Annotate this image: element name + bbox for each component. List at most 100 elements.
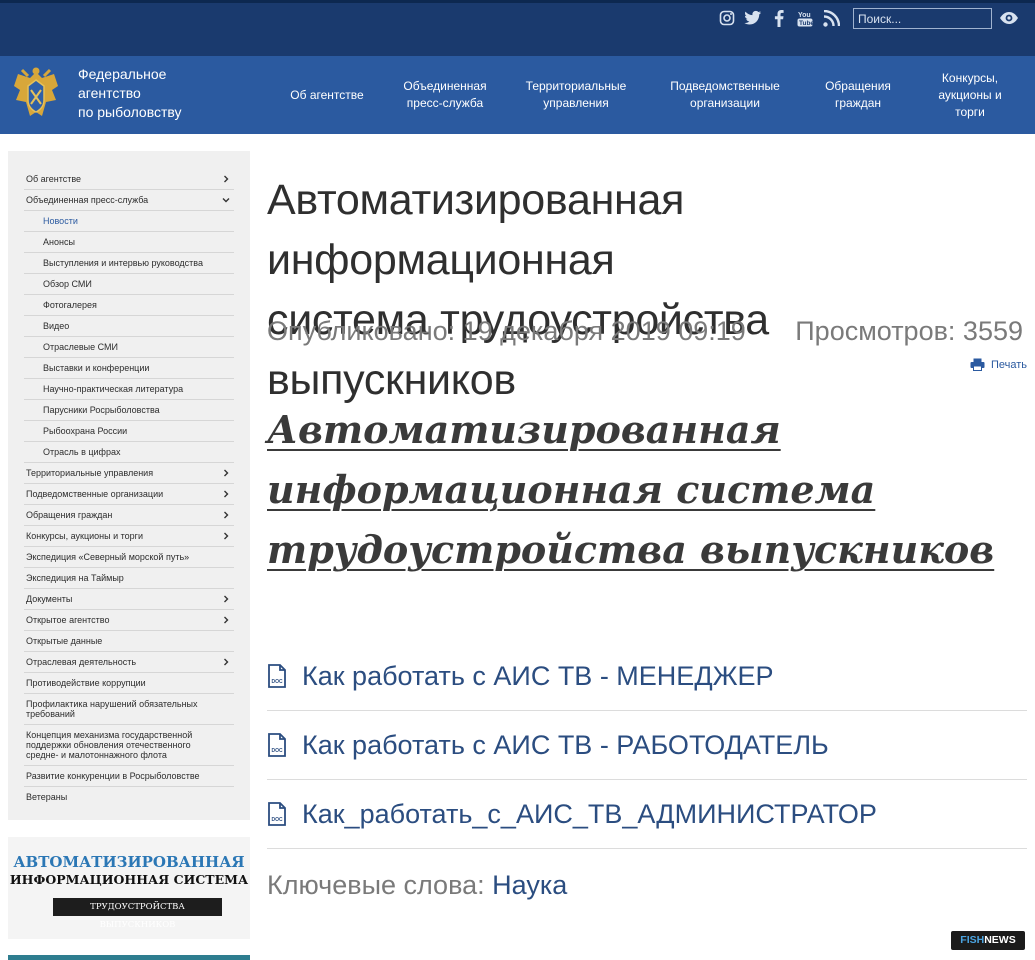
nav-item-tenders[interactable]: Конкурсы, аукционы и торги (914, 70, 1026, 121)
youtube-icon[interactable]: You Tube (796, 9, 814, 27)
agency-name-line3: по рыболовству (78, 104, 182, 120)
nav-item-territorial[interactable]: Территориальные управления (504, 78, 648, 112)
sidebar-item[interactable]: Анонсы (24, 232, 234, 253)
nav-item-appeals[interactable]: Обращения граждан (802, 78, 914, 112)
sidebar-item[interactable]: Открытое агентство (24, 610, 234, 631)
keywords-label: Ключевые слова: (267, 870, 485, 900)
instagram-icon[interactable] (718, 9, 736, 27)
banner-image-strip[interactable] (8, 955, 250, 960)
sidebar-item[interactable]: Обзор СМИ (24, 274, 234, 295)
sidebar-item[interactable]: Развитие конкуренции в Росрыболовстве (24, 766, 234, 787)
agency-name[interactable]: Федеральное агентство по рыболовству (78, 65, 258, 122)
sidebar-item[interactable]: Профилактика нарушений обязательных треб… (24, 694, 234, 725)
nav-label-line1: Территориальные (525, 79, 627, 93)
chevron-down-icon[interactable] (222, 196, 230, 204)
chevron-right-icon[interactable] (222, 658, 230, 666)
chevron-right-icon[interactable] (222, 469, 230, 477)
nav-item-subordinate[interactable]: Подведомственные организации (648, 78, 802, 112)
sidebar-item[interactable]: Отрасль в цифрах (24, 442, 234, 463)
nav-label-line3: торги (955, 104, 985, 119)
chevron-right-icon[interactable] (222, 595, 230, 603)
doc-file-icon: DOC (268, 802, 286, 826)
doc-file-icon: DOC (268, 733, 286, 757)
sidebar-item[interactable]: Научно-практическая литература (24, 379, 234, 400)
chevron-right-icon[interactable] (222, 511, 230, 519)
rss-icon[interactable] (822, 9, 840, 27)
sidebar-item[interactable]: Выставки и конференции (24, 358, 234, 379)
eye-icon[interactable] (999, 10, 1019, 26)
fishnews-watermark: FISHNEWS (951, 931, 1025, 950)
agency-name-line1: Федеральное (78, 66, 167, 82)
sidebar-item[interactable]: Отраслевые СМИ (24, 337, 234, 358)
sidebar-item-label: Противодействие коррупции (26, 678, 146, 688)
search-input[interactable] (853, 8, 992, 29)
sidebar-item-label: Концепция механизма государственной подд… (26, 730, 193, 760)
article-meta: Опубликовано: 19 декабря 2019 09:19 Прос… (267, 316, 1027, 347)
sidebar-item-label: Отраслевая деятельность (26, 657, 137, 667)
nav-label-line2: организации (690, 96, 760, 110)
article: Автоматизированная информационная систем… (267, 170, 1027, 900)
keyword-link[interactable]: Наука (492, 870, 567, 900)
primary-nav: Об агентстве Объединенная пресс-служба Т… (268, 56, 1026, 134)
sidebar-item[interactable]: Парусники Росрыболовства (24, 400, 234, 421)
agency-name-line2: агентство (78, 85, 141, 101)
svg-text:DOC: DOC (272, 748, 284, 754)
watermark-part2: NEWS (984, 934, 1016, 946)
nav-item-about[interactable]: Об агентстве (268, 87, 386, 104)
chevron-right-icon[interactable] (222, 490, 230, 498)
facebook-icon[interactable] (770, 9, 788, 27)
sidebar-item[interactable]: Выступления и интервью руководства (24, 253, 234, 274)
attachment-link[interactable]: DOC Как работать с АИС ТВ - МЕНЕДЖЕР (267, 642, 1027, 711)
document-title-link[interactable]: Автоматизированная информационная систем… (267, 400, 1027, 580)
sidebar-item[interactable]: Объединенная пресс-служба (24, 190, 234, 211)
sidebar-item-label: Анонсы (43, 237, 75, 247)
sidebar-item[interactable]: Подведомственные организации (24, 484, 234, 505)
sidebar-item[interactable]: Об агентстве (24, 169, 234, 190)
twitter-icon[interactable] (744, 9, 762, 27)
attachment-list: DOC Как работать с АИС ТВ - МЕНЕДЖЕР DOC… (267, 642, 1027, 849)
nav-item-press-service[interactable]: Объединенная пресс-служба (386, 78, 504, 112)
chevron-right-icon[interactable] (222, 175, 230, 183)
document-title-line3: трудоустройства выпускников (267, 527, 995, 572)
sidebar-item-label: Развитие конкуренции в Росрыболовстве (26, 771, 200, 781)
sidebar-item-label: Отрасль в цифрах (43, 447, 121, 457)
sidebar-item-label: Документы (26, 594, 73, 604)
sidebar-item[interactable]: Противодействие коррупции (24, 673, 234, 694)
nav-label-line2: аукционы и (938, 87, 1002, 102)
sidebar-item[interactable]: Обращения граждан (24, 505, 234, 526)
print-button[interactable]: Печать (970, 358, 1027, 371)
sidebar-item[interactable]: Экспедиция на Таймыр (24, 568, 234, 589)
sidebar-item[interactable]: Фотогалерея (24, 295, 234, 316)
social-links: You Tube (718, 9, 840, 27)
sidebar-item-label: Экспедиция на Таймыр (26, 573, 124, 583)
nav-label-line2: пресс-служба (406, 96, 484, 110)
attachment-label: Как_работать_с_АИС_ТВ_АДМИНИСТРАТОР (302, 798, 877, 829)
printer-icon (970, 358, 985, 371)
chevron-right-icon[interactable] (222, 532, 230, 540)
svg-text:You: You (798, 12, 811, 19)
sidebar-item[interactable]: Документы (24, 589, 234, 610)
attachment-link[interactable]: DOC Как работать с АИС ТВ - РАБОТОДАТЕЛЬ (267, 711, 1027, 780)
sidebar-item[interactable]: Отраслевая деятельность (24, 652, 234, 673)
attachment-link[interactable]: DOC Как_работать_с_АИС_ТВ_АДМИНИСТРАТОР (267, 780, 1027, 849)
ais-banner[interactable]: АВТОМАТИЗИРОВАННАЯ ИНФОРМАЦИОННАЯ СИСТЕМ… (8, 837, 250, 939)
sidebar-item[interactable]: Рыбоохрана России (24, 421, 234, 442)
sidebar-item[interactable]: Новости (24, 211, 234, 232)
sidebar-item-label: Фотогалерея (43, 300, 97, 310)
svg-text:Tube: Tube (799, 20, 813, 27)
chevron-right-icon[interactable] (222, 616, 230, 624)
sidebar-item[interactable]: Конкурсы, аукционы и торги (24, 526, 234, 547)
nav-label-line2: граждан (834, 96, 882, 110)
sidebar-item[interactable]: Ветераны (24, 787, 234, 807)
sidebar-item-label: Подведомственные организации (26, 489, 164, 499)
view-count: Просмотров: 3559 (795, 316, 1023, 346)
sidebar-item[interactable]: Концепция механизма государственной подд… (24, 725, 234, 766)
sidebar-item[interactable]: Экспедиция «Северный морской путь» (24, 547, 234, 568)
sidebar-item-label: Выступления и интервью руководства (43, 258, 203, 268)
attachment-label: Как работать с АИС ТВ - МЕНЕДЖЕР (302, 660, 774, 691)
sidebar-item[interactable]: Видео (24, 316, 234, 337)
emblem-logo[interactable] (8, 66, 64, 124)
page-title: Автоматизированная информационная систем… (267, 170, 1027, 410)
sidebar-item[interactable]: Открытые данные (24, 631, 234, 652)
sidebar-item[interactable]: Территориальные управления (24, 463, 234, 484)
